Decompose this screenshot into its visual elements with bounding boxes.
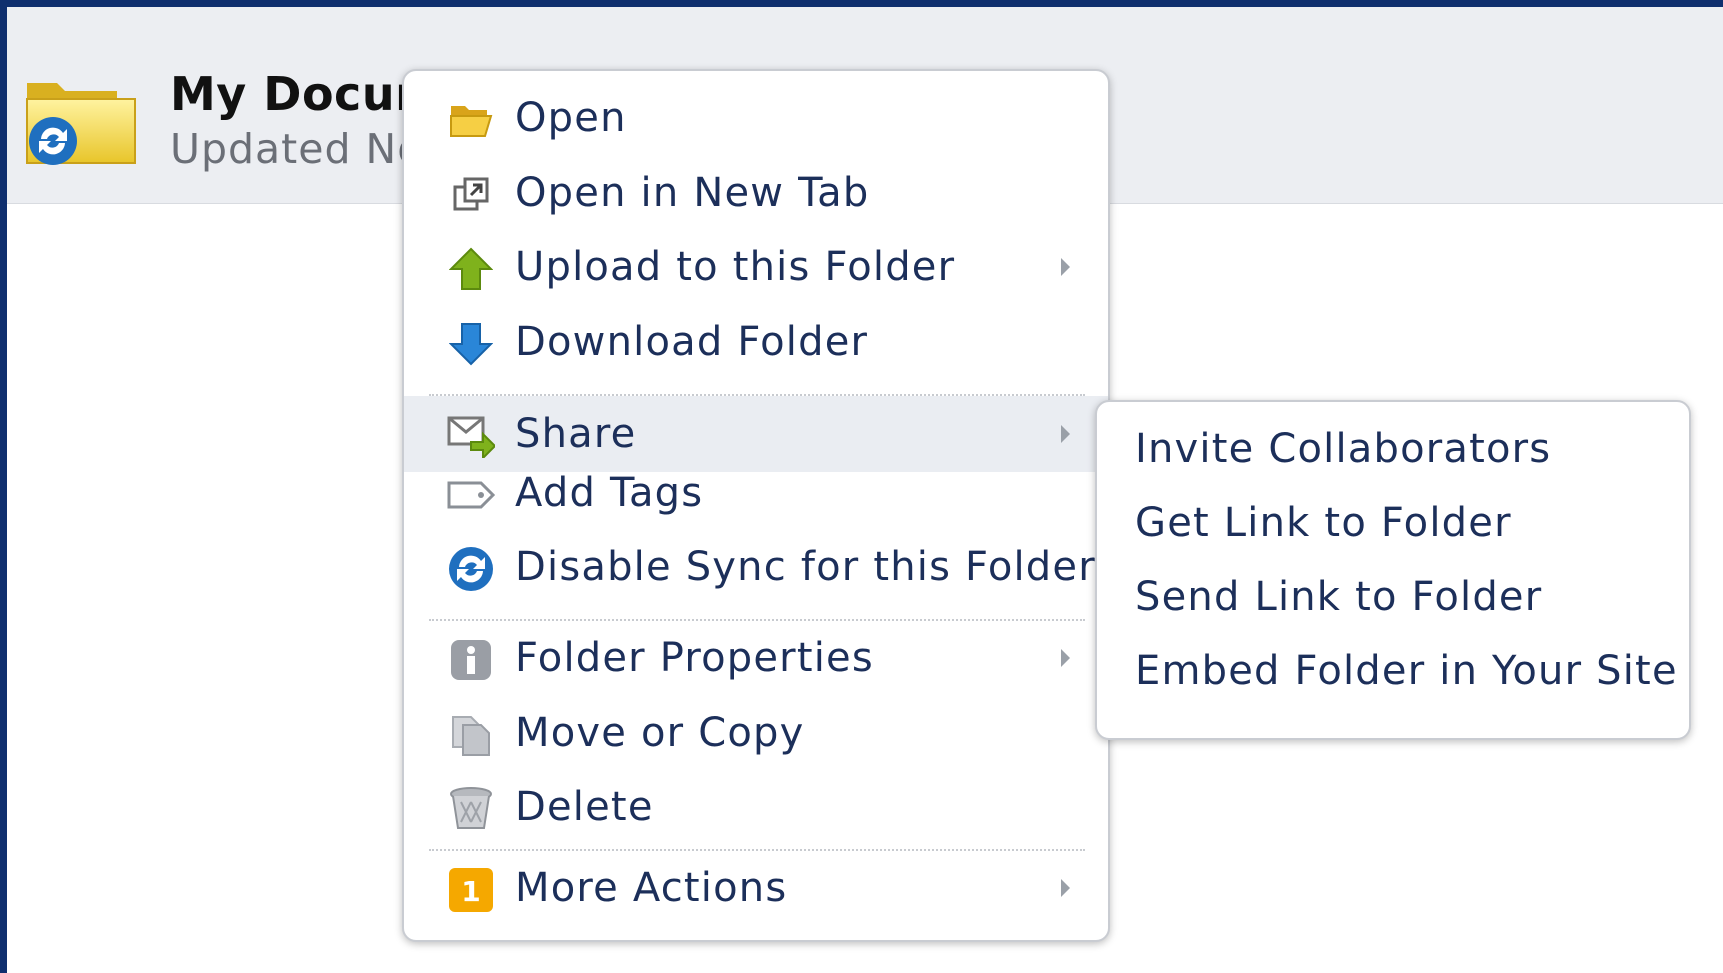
sync-icon	[447, 545, 495, 593]
submenu-arrow-icon	[1061, 258, 1070, 276]
tag-icon	[447, 471, 495, 519]
menu-item-folder-properties[interactable]: Folder Properties	[404, 622, 1108, 694]
folder-sync-icon[interactable]	[25, 69, 137, 181]
submenu-embed-folder[interactable]: Embed Folder in Your Site	[1135, 648, 1678, 694]
more-actions-badge-icon: 1	[447, 866, 495, 914]
copy-icon	[447, 711, 495, 759]
menu-item-label: Move or Copy	[515, 710, 805, 756]
upload-arrow-icon	[447, 245, 495, 293]
submenu-invite-collaborators[interactable]: Invite Collaborators	[1135, 426, 1551, 472]
download-arrow-icon	[447, 320, 495, 368]
menu-item-add-tags[interactable]: Add Tags	[404, 457, 1108, 529]
menu-item-label: Disable Sync for this Folder	[515, 544, 1096, 590]
menu-item-more-actions[interactable]: 1 More Actions	[404, 852, 1108, 924]
menu-item-open-new-tab[interactable]: Open in New Tab	[404, 157, 1108, 229]
menu-separator	[429, 619, 1085, 621]
menu-item-label: Delete	[515, 784, 654, 830]
menu-item-label: Open	[515, 95, 627, 141]
menu-item-upload[interactable]: Upload to this Folder	[404, 231, 1108, 303]
open-folder-icon	[447, 96, 495, 144]
badge-count: 1	[461, 875, 480, 908]
trash-icon	[447, 785, 495, 833]
submenu-arrow-icon	[1061, 425, 1070, 443]
context-menu: Open Open in New Tab Upload to this Fold…	[402, 69, 1110, 942]
menu-item-label: More Actions	[515, 865, 788, 911]
menu-item-label: Open in New Tab	[515, 170, 870, 216]
submenu-get-link[interactable]: Get Link to Folder	[1135, 500, 1512, 546]
menu-item-label: Share	[515, 411, 637, 457]
menu-item-label: Add Tags	[515, 470, 704, 516]
submenu-arrow-icon	[1061, 649, 1070, 667]
menu-separator	[429, 849, 1085, 851]
share-mail-icon	[447, 412, 495, 460]
share-submenu: Invite Collaborators Get Link to Folder …	[1095, 400, 1691, 740]
menu-item-move-copy[interactable]: Move or Copy	[404, 697, 1108, 769]
menu-item-download[interactable]: Download Folder	[404, 306, 1108, 378]
menu-item-open[interactable]: Open	[404, 82, 1108, 154]
menu-item-label: Folder Properties	[515, 635, 874, 681]
menu-item-delete[interactable]: Delete	[404, 771, 1108, 843]
new-tab-icon	[447, 171, 495, 219]
menu-item-label: Download Folder	[515, 319, 869, 365]
info-icon	[447, 636, 495, 684]
submenu-arrow-icon	[1061, 879, 1070, 897]
menu-item-disable-sync[interactable]: Disable Sync for this Folder	[404, 531, 1108, 603]
submenu-send-link[interactable]: Send Link to Folder	[1135, 574, 1542, 620]
menu-item-label: Upload to this Folder	[515, 244, 956, 290]
